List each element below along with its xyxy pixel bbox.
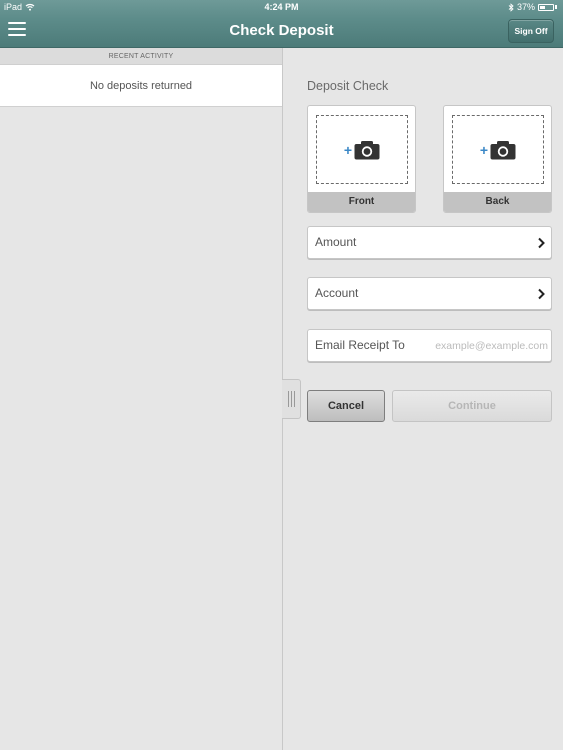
email-receipt-label: Email Receipt To: [315, 338, 405, 352]
email-receipt-field[interactable]: Email Receipt To: [307, 329, 552, 362]
battery-percent: 37%: [516, 2, 535, 12]
front-capture-button[interactable]: + Front: [307, 105, 416, 213]
recent-activity-panel: RECENT ACTIVITY No deposits returned: [0, 48, 282, 750]
amount-field[interactable]: Amount: [307, 226, 552, 259]
front-label: Front: [308, 192, 415, 212]
account-label: Account: [315, 286, 359, 300]
status-bar: iPad 4:24 PM 37%: [0, 0, 563, 14]
account-field[interactable]: Account: [307, 277, 552, 310]
recent-activity-header: RECENT ACTIVITY: [0, 48, 282, 65]
back-label: Back: [444, 192, 551, 212]
amount-label: Amount: [315, 235, 357, 249]
camera-icon: [490, 140, 516, 159]
plus-icon: +: [479, 141, 489, 158]
top-bar: iPad 4:24 PM 37% Check Deposit Sign Off: [0, 0, 563, 48]
plus-icon: +: [343, 141, 353, 158]
back-capture-button[interactable]: + Back: [443, 105, 552, 213]
panel-drag-handle[interactable]: [282, 379, 301, 419]
chevron-right-icon: [538, 288, 545, 300]
page-title: Check Deposit: [229, 22, 334, 39]
cancel-button[interactable]: Cancel: [307, 390, 385, 422]
camera-icon: [354, 140, 380, 159]
status-time: 4:24 PM: [264, 2, 299, 12]
empty-deposits-message: No deposits returned: [0, 65, 282, 107]
back-capture-area[interactable]: +: [452, 115, 544, 184]
email-input[interactable]: [420, 336, 548, 355]
sign-off-button[interactable]: Sign Off: [508, 19, 554, 43]
deposit-panel: Deposit Check + Front + Back Amount Acco…: [283, 48, 563, 750]
battery-icon: [538, 3, 554, 11]
continue-button[interactable]: Continue: [392, 390, 552, 422]
deposit-check-title: Deposit Check: [307, 79, 389, 93]
status-right: 37%: [508, 2, 557, 12]
chevron-right-icon: [538, 237, 545, 249]
bluetooth-icon: [508, 2, 514, 12]
front-capture-area[interactable]: +: [316, 115, 408, 184]
